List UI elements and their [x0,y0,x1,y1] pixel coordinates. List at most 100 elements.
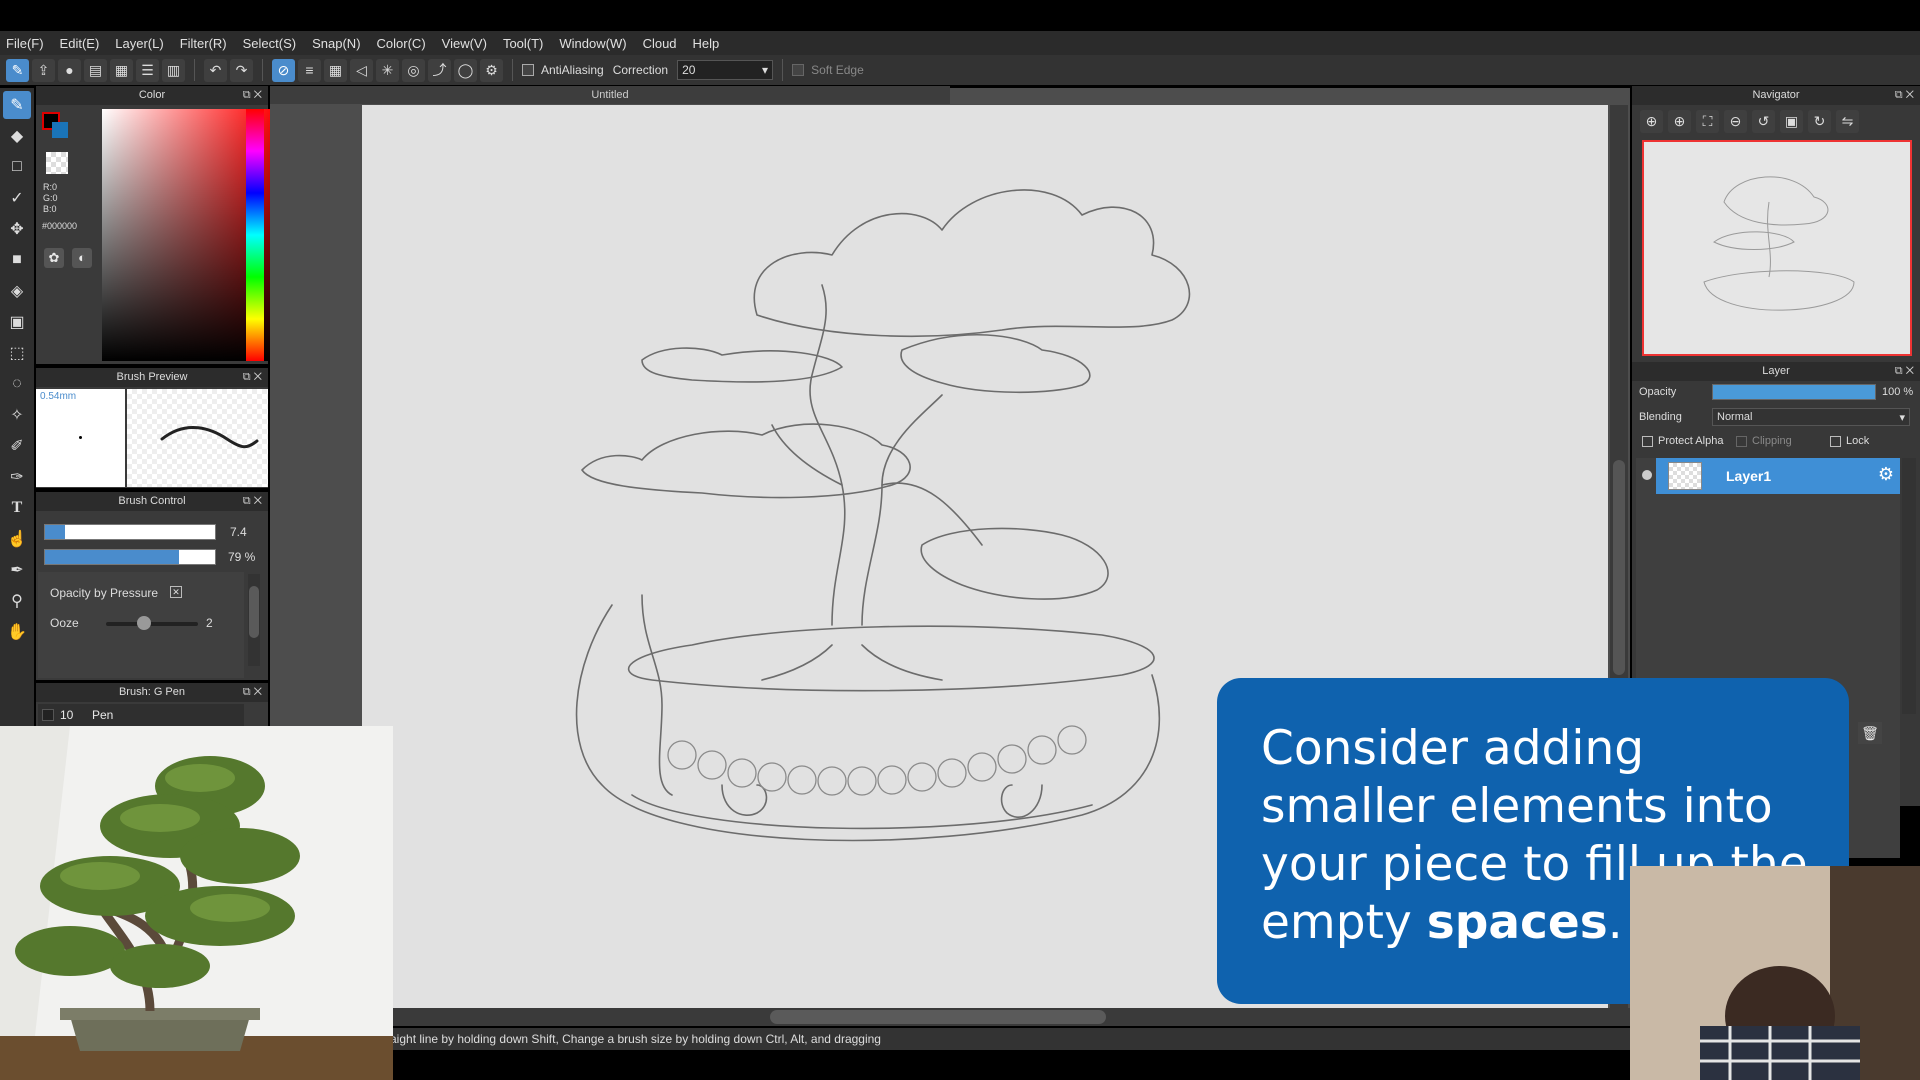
close-icon[interactable]: ✕ [254,371,262,383]
operation-tool-icon[interactable]: ☝ [3,525,31,553]
fit-icon[interactable]: ⛶ [1696,110,1719,133]
move-tool-icon[interactable]: ✥ [3,215,31,243]
shape-tool-icon[interactable]: □ [3,153,31,181]
page-icon[interactable]: ▦ [110,58,133,82]
navigator-preview[interactable] [1642,140,1912,356]
opacity-by-pressure-checkbox[interactable]: ✕ [170,586,182,598]
brush-size-slider[interactable] [44,524,216,540]
curve-tool-icon[interactable]: ✓ [3,184,31,212]
comment-icon[interactable]: ● [58,58,81,82]
toolbar-divider [782,59,784,81]
color-history-icon[interactable]: ◐ [72,248,92,268]
export-icon[interactable]: ⇪ [32,58,55,82]
snap-ellipse-icon[interactable]: ◯ [454,58,477,82]
menu-item-snap-n[interactable]: Snap(N) [312,36,360,51]
gradient-tool-icon[interactable]: ▣ [3,308,31,336]
antialiasing-checkbox[interactable] [522,64,534,76]
close-icon[interactable]: ✕ [254,89,262,101]
zoom-out-icon[interactable]: ⊖ [1724,110,1747,133]
fill-rect-tool-icon[interactable]: ■ [3,246,31,274]
soft-edge-checkbox[interactable] [792,64,805,76]
close-icon[interactable]: ✕ [254,495,262,507]
ooze-slider-handle[interactable] [137,616,151,630]
brush-control-scrollbar[interactable] [248,574,260,666]
eye-icon[interactable] [1642,470,1652,480]
close-icon[interactable]: ✕ [1906,89,1914,101]
snap-parallel-icon[interactable]: ≡ [298,58,321,82]
close-icon[interactable]: ✕ [1906,365,1914,377]
undo-icon[interactable]: ↶ [204,58,227,82]
actual-size-icon[interactable]: ▣ [1780,110,1803,133]
zoom-in-alt-icon[interactable]: ⊕ [1668,110,1691,133]
brush-opacity-slider[interactable] [44,549,216,565]
menu-item-filter-r[interactable]: Filter(R) [180,36,227,51]
select-tool-icon[interactable]: ⬚ [3,339,31,367]
select-pen-tool-icon[interactable]: ✐ [3,432,31,460]
hue-slider[interactable] [246,109,264,361]
snap-curve-icon[interactable]: ⤴ [428,58,451,82]
brush-tool-icon[interactable]: ✎ [3,91,31,119]
lock-checkbox[interactable] [1830,436,1841,447]
popout-icon[interactable]: ⧉ [243,371,251,383]
text-tool-icon[interactable]: T [3,494,31,522]
magic-wand-tool-icon[interactable]: ✧ [3,401,31,429]
menu-item-view-v[interactable]: View(V) [442,36,487,51]
delete-layer-trash-icon[interactable]: 🗑 [1858,722,1882,744]
layer-opacity-slider[interactable] [1712,384,1876,400]
eyedropper-tool-icon[interactable]: ⚲ [3,587,31,615]
canvas-horizontal-scroll-thumb[interactable] [770,1010,1106,1024]
menu-item-edit-e[interactable]: Edit(E) [60,36,100,51]
protect-alpha-checkbox[interactable] [1642,436,1653,447]
canvas-mode-icon[interactable]: ✎ [6,58,29,82]
menu-item-help[interactable]: Help [693,36,720,51]
popout-icon[interactable]: ⧉ [1895,365,1903,377]
correction-select[interactable]: 20 ▾ [677,60,774,80]
brush-list-item[interactable]: 10 Pen [38,704,244,726]
menu-item-cloud[interactable]: Cloud [643,36,677,51]
palette-icon[interactable]: ✿ [44,248,64,268]
hand-tool-icon[interactable]: ✋ [3,618,31,646]
antialiasing-label: AntiAliasing [541,63,604,77]
popout-icon[interactable]: ⧉ [243,686,251,698]
menu-item-window-w[interactable]: Window(W) [559,36,626,51]
document-tab[interactable]: Untitled [270,86,950,104]
layer-settings-gear-icon[interactable]: ⚙ [1878,464,1894,485]
snap-circle-icon[interactable]: ◎ [402,58,425,82]
snap-grid-icon[interactable]: ▦ [324,58,347,82]
popout-icon[interactable]: ⧉ [1895,89,1903,101]
clipping-checkbox[interactable] [1736,436,1747,447]
menu-item-layer-l[interactable]: Layer(L) [115,36,163,51]
menu-item-file-f[interactable]: File(F) [6,36,44,51]
rotate-right-icon[interactable]: ↻ [1808,110,1831,133]
ooze-slider[interactable] [106,622,198,626]
select-eraser-tool-icon[interactable]: ✑ [3,463,31,491]
blending-select[interactable]: Normal ▾ [1712,408,1910,426]
layer-row[interactable]: Layer1 ⚙ [1656,458,1900,494]
close-icon[interactable]: ✕ [254,686,262,698]
snap-radial-icon[interactable]: ✳ [376,58,399,82]
layer-scrollbar[interactable] [1902,458,1916,714]
menu-item-color-c[interactable]: Color(C) [377,36,426,51]
grid-icon[interactable]: ▥ [162,58,185,82]
list-icon[interactable]: ☰ [136,58,159,82]
rotate-left-icon[interactable]: ↺ [1752,110,1775,133]
save-icon[interactable]: ▤ [84,58,107,82]
flip-icon[interactable]: ⇋ [1836,110,1859,133]
popout-icon[interactable]: ⧉ [243,89,251,101]
menu-item-select-s[interactable]: Select(S) [243,36,296,51]
redo-icon[interactable]: ↷ [230,58,253,82]
eraser-tool-icon[interactable]: ◆ [3,122,31,150]
zoom-in-icon[interactable]: ⊕ [1640,110,1663,133]
menu-item-tool-t[interactable]: Tool(T) [503,36,543,51]
popout-icon[interactable]: ⧉ [243,495,251,507]
divide-tool-icon[interactable]: ✒ [3,556,31,584]
lasso-tool-icon[interactable]: ◌ [3,370,31,398]
canvas-vertical-scroll-thumb[interactable] [1613,460,1625,675]
transparent-color-swatch[interactable] [46,152,68,174]
snap-off-icon[interactable]: ⊘ [272,58,295,82]
brush-control-scroll-thumb[interactable] [249,586,259,638]
bucket-tool-icon[interactable]: ◈ [3,277,31,305]
secondary-color-swatch[interactable] [52,122,68,138]
snap-vanishing-icon[interactable]: ◁ [350,58,373,82]
snap-settings-icon[interactable]: ⚙ [480,58,503,82]
